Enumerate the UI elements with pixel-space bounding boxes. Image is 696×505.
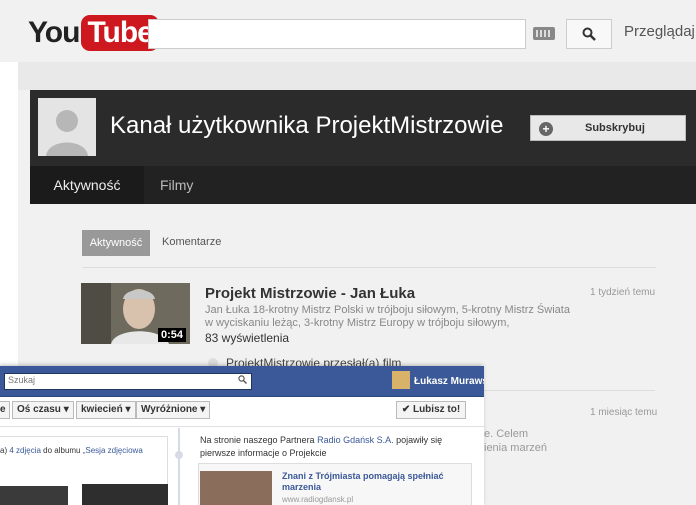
album-link[interactable]: „Sesja zdjęciowa xyxy=(83,446,143,455)
user-avatar[interactable] xyxy=(392,371,410,389)
search-button[interactable] xyxy=(566,19,612,49)
video-time: 1 tydzień temu xyxy=(590,287,656,298)
album-post-text-a: a) xyxy=(0,446,10,455)
divider xyxy=(0,426,484,427)
highlights-dropdown[interactable]: Wyróżnione ▾ xyxy=(136,401,211,419)
chevron-down-icon: ▾ xyxy=(125,404,131,415)
timeline-dropdown[interactable]: Oś czasu ▾ xyxy=(12,401,74,419)
facebook-window: Szukaj Łukasz Murawski e Oś czasu ▾ kwie… xyxy=(0,366,484,505)
like-page-button[interactable]: ✔ Lubisz to! xyxy=(396,401,466,419)
video-views: 83 wyświetlenia xyxy=(205,331,290,345)
browse-link[interactable]: Przeglądaj xyxy=(624,23,695,40)
subscribe-label: Subskrybuj xyxy=(585,122,645,134)
album-photo[interactable] xyxy=(0,486,68,505)
header-divider xyxy=(18,62,696,90)
user-name[interactable]: Łukasz Murawski xyxy=(414,376,484,387)
plus-icon: + xyxy=(539,122,553,136)
album-post-text: a) 4 zdjęcia do albumu „Sesja zdjęciowa xyxy=(0,446,143,455)
facebook-search-placeholder: Szukaj xyxy=(8,375,36,385)
timeline-dot xyxy=(175,451,183,459)
month-label: kwiecień xyxy=(81,404,123,415)
partner-post-text-a: Na stronie naszego Partnera xyxy=(200,435,318,445)
shared-link-title[interactable]: Znani z Trójmiasta pomagają spełniać mar… xyxy=(282,471,462,493)
subtab-activity[interactable]: Aktywność xyxy=(82,230,150,256)
video-description: Jan Łuka 18-krotny Mistrz Polski w trójb… xyxy=(205,304,570,329)
youtube-logo[interactable]: You Tube xyxy=(28,15,159,51)
highlights-label: Wyróżnione xyxy=(141,404,198,415)
item2-desc-line1: e. Celem xyxy=(484,428,529,440)
partner-link[interactable]: Radio Gdańsk S.A. xyxy=(317,435,394,445)
tab-films[interactable]: Filmy xyxy=(160,166,193,204)
subscribe-button[interactable]: + Subskrybuj xyxy=(530,115,686,141)
timeline-label: Oś czasu xyxy=(17,404,61,415)
channel-avatar[interactable] xyxy=(38,98,96,156)
month-dropdown[interactable]: kwiecień ▾ xyxy=(76,401,136,419)
partner-post-text: Na stronie naszego Partnera Radio Gdańsk… xyxy=(200,434,470,460)
shared-link-image[interactable] xyxy=(200,471,272,505)
album-photo[interactable] xyxy=(82,484,168,505)
photos-link[interactable]: 4 zdjęcia xyxy=(9,446,41,455)
subtab-comments[interactable]: Komentarze xyxy=(162,236,221,248)
shared-link-url: www.radiogdansk.pl xyxy=(282,495,354,504)
tab-activity[interactable]: Aktywność xyxy=(30,166,144,204)
chevron-down-icon: ▾ xyxy=(63,404,69,415)
logo-you: You xyxy=(28,16,80,49)
video-duration: 0:54 xyxy=(158,328,187,342)
chevron-down-icon: ▾ xyxy=(200,404,206,415)
nav-button-partial[interactable]: e xyxy=(0,401,10,419)
divider xyxy=(82,267,656,268)
item2-desc-line2: ienia marzeń xyxy=(484,442,547,454)
search-icon xyxy=(582,27,596,41)
item2-time: 1 miesiąc temu xyxy=(590,407,658,418)
search-input[interactable] xyxy=(148,19,526,49)
facebook-search-input[interactable] xyxy=(4,373,252,390)
default-avatar-icon xyxy=(38,98,96,156)
search-icon[interactable] xyxy=(238,375,247,387)
timeline-spine xyxy=(178,428,180,505)
video-title[interactable]: Projekt Mistrzowie - Jan Łuka xyxy=(205,285,415,302)
channel-title: Kanał użytkownika ProjektMistrzowie xyxy=(110,112,504,139)
keyboard-icon[interactable] xyxy=(533,27,555,40)
item2-description: e. Celem ienia marzeń xyxy=(484,427,547,455)
album-post-text-b: do albumu xyxy=(40,446,83,455)
